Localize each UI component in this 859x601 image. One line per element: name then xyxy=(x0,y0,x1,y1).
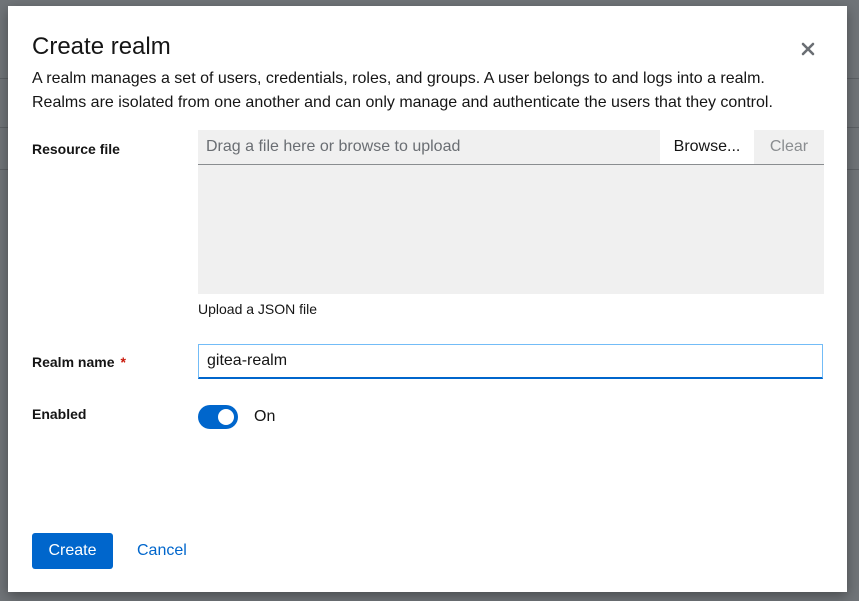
upload-helper-text: Upload a JSON file xyxy=(198,301,318,317)
description-line: A realm manages a set of users, credenti… xyxy=(32,70,765,87)
dialog-description: A realm manages a set of users, credenti… xyxy=(32,67,822,115)
close-icon xyxy=(801,42,815,56)
realm-name-label-text: Realm name xyxy=(32,354,115,370)
switch-state-label: On xyxy=(254,408,276,425)
switch-track xyxy=(198,405,238,429)
close-button[interactable] xyxy=(794,35,822,63)
resource-file-label: Resource file xyxy=(32,141,120,157)
file-content-area[interactable] xyxy=(198,165,824,294)
filename-field[interactable] xyxy=(198,130,660,164)
clear-button[interactable]: Clear xyxy=(754,130,824,164)
cancel-button[interactable]: Cancel xyxy=(121,533,203,569)
create-realm-dialog: Create realm A realm manages a set of us… xyxy=(8,6,847,592)
file-upload-bar: Browse... Clear xyxy=(198,130,824,165)
enabled-label: Enabled xyxy=(32,406,87,422)
browse-button[interactable]: Browse... xyxy=(660,130,754,164)
dialog-title: Create realm xyxy=(32,33,171,60)
switch-knob xyxy=(218,409,234,425)
realm-name-input[interactable] xyxy=(198,344,823,379)
file-upload[interactable]: Browse... Clear xyxy=(198,130,824,294)
realm-name-label: Realm name * xyxy=(32,352,126,372)
required-indicator: * xyxy=(120,354,126,370)
create-button[interactable]: Create xyxy=(32,533,113,569)
description-line: Realms are isolated from one another and… xyxy=(32,94,773,111)
enabled-switch[interactable]: On xyxy=(198,405,275,429)
